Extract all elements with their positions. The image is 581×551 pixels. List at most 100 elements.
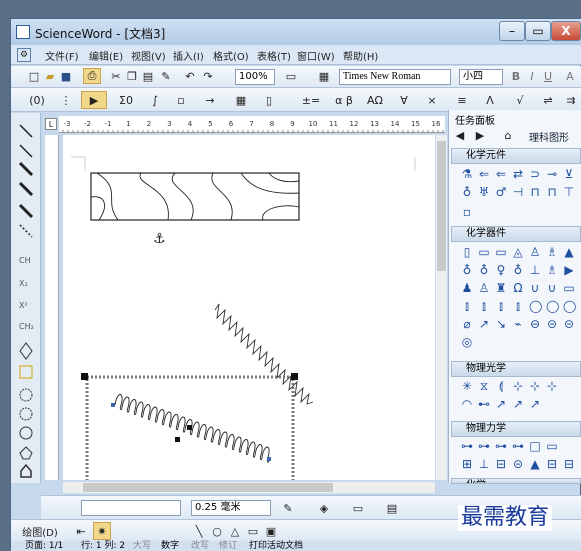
- panel-symbol-icon[interactable]: ⊶: [461, 440, 473, 452]
- underline-button[interactable]: U: [541, 69, 555, 83]
- panel-symbol-icon[interactable]: ♜: [495, 282, 507, 294]
- line-color-icon[interactable]: ✎: [279, 500, 297, 516]
- panel-symbol-icon[interactable]: ⇐: [478, 168, 490, 180]
- times-icon[interactable]: ×: [423, 92, 441, 108]
- panel-symbol-icon[interactable]: ⊟: [563, 458, 575, 470]
- panel-symbol-icon[interactable]: ◎: [461, 336, 473, 348]
- panel-symbol-icon[interactable]: ▫: [461, 206, 473, 218]
- menu-edit[interactable]: 编辑(E): [89, 48, 123, 63]
- panel-symbol-icon[interactable]: ⊖: [529, 318, 541, 330]
- panel-symbol-icon[interactable]: ▲: [563, 246, 575, 258]
- panel-symbol-icon[interactable]: ↗: [529, 398, 541, 410]
- panel-symbol-icon[interactable]: ◠: [461, 398, 473, 410]
- format-painter-icon[interactable]: ✎: [159, 69, 173, 83]
- panel-symbol-icon[interactable]: Ω: [512, 282, 524, 294]
- fill-color-icon[interactable]: ◈: [315, 500, 333, 516]
- panel-symbol-icon[interactable]: ♁: [478, 264, 490, 276]
- panel-symbol-icon[interactable]: ⊶: [478, 440, 490, 452]
- menu-table[interactable]: 表格(T): [257, 48, 291, 63]
- save-icon[interactable]: ■: [59, 69, 73, 83]
- panel-symbol-icon[interactable]: ⊤: [563, 186, 575, 198]
- minimize-button[interactable]: –: [499, 21, 525, 41]
- panel-symbol-icon[interactable]: ♗: [546, 246, 558, 258]
- section-chemistry[interactable]: 化学: [451, 478, 581, 484]
- panel-symbol-icon[interactable]: ↘: [495, 318, 507, 330]
- panel-symbol-icon[interactable]: ⊥: [529, 264, 541, 276]
- doc-menu-icon[interactable]: ⚙: [17, 48, 31, 62]
- fraction-icon[interactable]: ▫: [173, 92, 189, 108]
- panel-symbol-icon[interactable]: ◯: [546, 300, 559, 312]
- panel-symbol-icon[interactable]: ⊶: [495, 440, 507, 452]
- panel-symbol-icon[interactable]: ♙: [478, 282, 490, 294]
- panel-symbol-icon[interactable]: ▭: [495, 246, 507, 258]
- dash-icon[interactable]: ⇉: [563, 92, 579, 108]
- font-family-select[interactable]: Times New Roman: [339, 69, 451, 85]
- panel-symbol-icon[interactable]: ♅: [478, 186, 490, 198]
- menu-help[interactable]: 帮助(H): [343, 48, 378, 63]
- panel-symbol-icon[interactable]: ⊟: [495, 458, 507, 470]
- matrix-icon[interactable]: ▦: [233, 92, 249, 108]
- panel-symbol-icon[interactable]: ∪: [529, 282, 541, 294]
- superscript-button[interactable]: A: [563, 69, 577, 83]
- panel-symbol-icon[interactable]: ♙: [529, 246, 541, 258]
- font-size-select[interactable]: 小四: [459, 69, 503, 85]
- panel-symbol-icon[interactable]: ✳: [461, 380, 473, 392]
- panel-symbol-icon[interactable]: ⊣: [512, 186, 524, 198]
- section-chem-elements[interactable]: 化学元件: [451, 148, 581, 164]
- panel-symbol-icon[interactable]: ⫾: [461, 300, 473, 312]
- textbox-tool-icon[interactable]: ▣: [263, 523, 279, 539]
- close-button[interactable]: X: [551, 21, 581, 41]
- insert-frame-icon[interactable]: ▭: [283, 69, 299, 83]
- menu-view[interactable]: 视图(V): [131, 48, 166, 63]
- panel-symbol-icon[interactable]: ⊹: [512, 380, 524, 392]
- document-page[interactable]: ⚓: [63, 135, 435, 492]
- menu-window[interactable]: 窗口(W): [297, 48, 335, 63]
- panel-symbol-icon[interactable]: ⊷: [478, 398, 490, 410]
- panel-symbol-icon[interactable]: ⫾: [512, 300, 524, 312]
- bracket-icon[interactable]: ▯: [261, 92, 277, 108]
- panel-symbol-icon[interactable]: ♟: [461, 282, 473, 294]
- panel-symbol-icon[interactable]: ⊞: [461, 458, 473, 470]
- active-draw-tool-icon[interactable]: ✷: [93, 522, 111, 540]
- panel-symbol-icon[interactable]: ⊓: [546, 186, 558, 198]
- bold-button[interactable]: B: [509, 69, 523, 83]
- panel-symbol-icon[interactable]: ⌀: [461, 318, 473, 330]
- equals-arrow-icon[interactable]: ⇌: [539, 92, 557, 108]
- panel-symbol-icon[interactable]: ♂: [495, 186, 507, 198]
- panel-symbol-icon[interactable]: ⇄: [512, 168, 524, 180]
- draw-menu-button[interactable]: 绘图(D): [15, 523, 65, 539]
- panel-symbol-icon[interactable]: ⚗: [461, 168, 473, 180]
- panel-symbol-icon[interactable]: ♗: [546, 264, 558, 276]
- section-chem-apparatus[interactable]: 化学器件: [451, 226, 581, 242]
- forward-icon[interactable]: ▶: [473, 128, 487, 142]
- panel-symbol-icon[interactable]: ⊃: [529, 168, 541, 180]
- restore-button[interactable]: ▭: [525, 21, 551, 41]
- panel-symbol-icon[interactable]: ⊝: [546, 318, 558, 330]
- selected-coil-shape[interactable]: [81, 373, 298, 492]
- copy-icon[interactable]: ❐: [125, 69, 139, 83]
- new-doc-icon[interactable]: □: [27, 69, 41, 83]
- zoom-select[interactable]: 100%: [235, 69, 275, 85]
- circle-tool-icon[interactable]: ○: [209, 523, 225, 539]
- panel-symbol-icon[interactable]: ⊻: [563, 168, 575, 180]
- spring-shape[interactable]: [214, 303, 314, 405]
- panel-symbol-icon[interactable]: ⊹: [546, 380, 558, 392]
- panel-symbol-icon[interactable]: ▭: [546, 440, 558, 452]
- panel-symbol-icon[interactable]: ▯: [461, 246, 473, 258]
- panel-symbol-icon[interactable]: ♁: [512, 264, 524, 276]
- print-icon[interactable]: ⎙: [83, 68, 101, 84]
- panel-symbol-icon[interactable]: ⊸: [546, 168, 558, 180]
- menu-format[interactable]: 格式(O): [213, 48, 249, 63]
- select-pointer-icon[interactable]: ▶: [81, 91, 107, 109]
- line-width-select[interactable]: 0.25 毫米: [191, 500, 271, 516]
- panel-symbol-icon[interactable]: ◬: [512, 246, 524, 258]
- ruler-corner-icon[interactable]: L: [45, 118, 57, 130]
- panel-symbol-icon[interactable]: ▶: [563, 264, 575, 276]
- paste-icon[interactable]: ▤: [141, 69, 155, 83]
- redo-icon[interactable]: ↷: [201, 69, 215, 83]
- panel-symbol-icon[interactable]: ⊹: [529, 380, 541, 392]
- side-tool-icons[interactable]: CH X₂ X² CH₂: [11, 113, 41, 483]
- panel-symbol-icon[interactable]: ⊥: [478, 458, 490, 470]
- panel-symbol-icon[interactable]: □: [529, 440, 541, 452]
- sigma-button[interactable]: Σ0: [115, 92, 137, 108]
